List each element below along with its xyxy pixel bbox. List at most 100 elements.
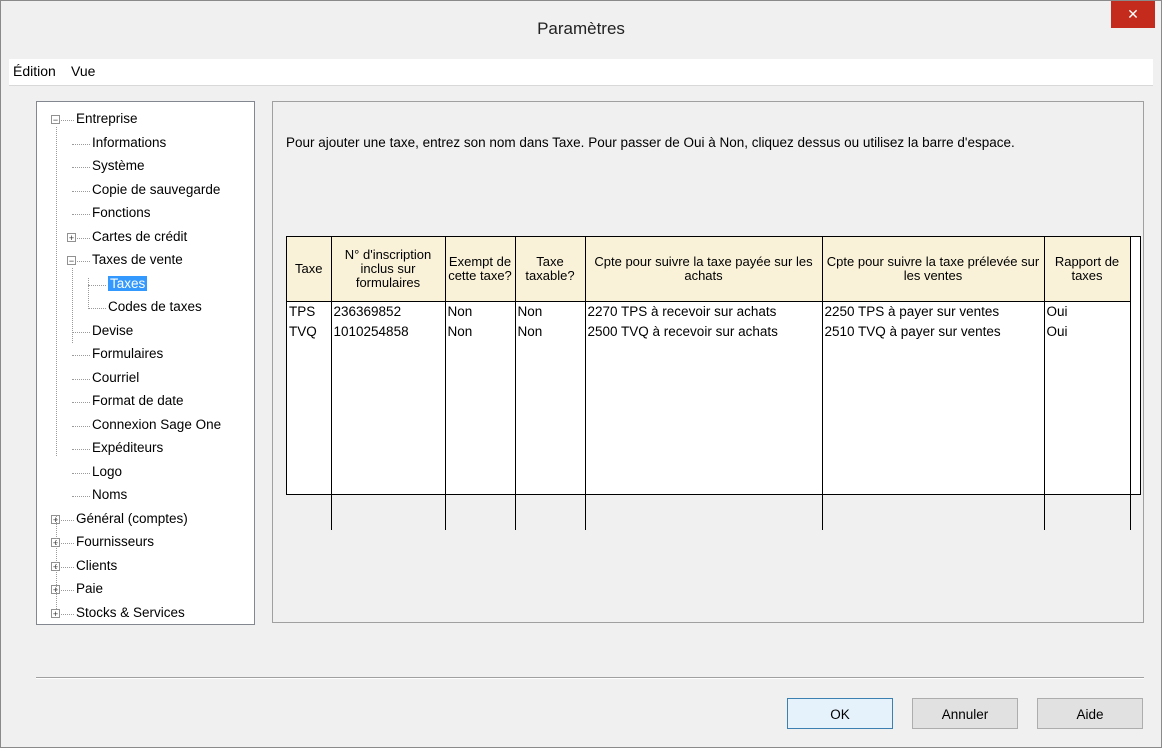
close-button[interactable]: ✕ [1111, 1, 1155, 28]
tree-item[interactable]: Informations [92, 133, 166, 153]
table-cell[interactable]: Oui [1044, 301, 1131, 322]
tree-item-label: Fonctions [92, 205, 151, 220]
tree-connector [72, 449, 90, 450]
tree-item[interactable]: Courriel [92, 368, 139, 388]
ok-button[interactable]: OK [787, 698, 893, 729]
tree-item[interactable]: Taxes de vente [92, 250, 183, 270]
taxes-grid[interactable]: Taxe N° d'inscription inclus sur formulai… [286, 236, 1141, 530]
tree-item-label: Clients [76, 557, 118, 573]
tree-item[interactable]: Logo [92, 462, 122, 482]
empty-cell[interactable] [585, 341, 823, 530]
tree-item-label: Taxes [106, 274, 149, 292]
table-cell[interactable]: 2270 TPS à recevoir sur achats [585, 301, 823, 322]
expand-icon[interactable]: + [51, 608, 60, 618]
table-cell[interactable]: Non [515, 321, 586, 342]
tree-connector [72, 190, 90, 192]
column-header: N° d'inscription inclus sur formulaires [331, 237, 446, 302]
help-button[interactable]: Aide [1037, 698, 1143, 729]
tree-item[interactable]: Clients [76, 556, 117, 576]
empty-cell[interactable] [445, 341, 516, 530]
tree-connector [72, 402, 90, 403]
tree-item[interactable]: Taxes [106, 274, 149, 294]
tree-item[interactable]: Entreprise [76, 109, 138, 129]
table-cell[interactable]: Non [515, 301, 586, 322]
column-header: Cpte pour suivre la taxe payée sur les a… [585, 237, 823, 302]
empty-row[interactable] [287, 341, 1131, 530]
taxes-table: Taxe N° d'inscription inclus sur formulai… [287, 237, 1131, 530]
column-header: Taxe taxable? [515, 237, 586, 302]
tree-connector [72, 355, 90, 356]
tree-connector [72, 425, 90, 427]
empty-cell[interactable] [287, 341, 332, 530]
tree-item[interactable]: Stocks & Services [76, 603, 185, 623]
tree-item-label: Général (comptes) [76, 510, 188, 526]
tree-item-label: Format de date [92, 393, 184, 408]
table-cell[interactable]: 236369852 [331, 301, 446, 322]
column-header: Cpte pour suivre la taxe prélevée sur le… [822, 237, 1045, 302]
tree-item[interactable]: Copie de sauvegarde [92, 180, 220, 200]
tree-connector [72, 496, 90, 497]
empty-cell[interactable] [331, 341, 446, 530]
menu-bar: Édition Vue [9, 59, 1153, 86]
tree-item[interactable]: Général (comptes) [76, 509, 188, 529]
tree-item[interactable]: Connexion Sage One [92, 415, 221, 435]
tree-item-label: Stocks & Services [76, 604, 185, 620]
tree-item[interactable]: Format de date [92, 391, 184, 411]
tree-item[interactable]: Expéditeurs [92, 438, 163, 458]
tree-item-label: Taxes de vente [92, 252, 183, 267]
table-cell[interactable]: 2510 TVQ à payer sur ventes [822, 321, 1045, 342]
tree-item-label: Entreprise [76, 111, 138, 126]
tree-item[interactable]: Devise [92, 321, 133, 341]
table-row[interactable]: TPS 236369852 Non Non 2270 TPS à recevoir su… [287, 301, 1131, 322]
tree-guide-line [72, 268, 73, 343]
tree-connector [88, 284, 106, 286]
tree-connector [72, 143, 90, 145]
table-cell[interactable]: TVQ [287, 321, 332, 342]
tree-item[interactable]: Fonctions [92, 203, 151, 223]
table-cell[interactable]: Non [445, 301, 516, 322]
tree-guide-line [56, 127, 57, 456]
tree-item-label: Paie [76, 581, 104, 596]
tree-item[interactable]: Noms [92, 485, 127, 505]
settings-tree[interactable]: Entreprise − Informations Système Copie de s… [36, 101, 255, 625]
menu-vue[interactable]: Vue [71, 63, 95, 79]
tree-item[interactable]: Fournisseurs [76, 532, 154, 552]
tree-item[interactable]: Formulaires [92, 344, 163, 364]
tree-connector [72, 167, 90, 168]
column-header: Rapport de taxes [1044, 237, 1131, 302]
tree-item-label: Expéditeurs [92, 440, 164, 455]
tree-item-label: Informations [92, 134, 167, 150]
table-cell[interactable]: 2500 TVQ à recevoir sur achats [585, 321, 823, 342]
cancel-button[interactable]: Annuler [912, 698, 1018, 729]
tree-item-label: Courriel [92, 369, 140, 385]
table-cell[interactable]: 2250 TPS à payer sur ventes [822, 301, 1045, 322]
empty-cell[interactable] [515, 341, 586, 530]
tree-item-label: Logo [92, 463, 123, 479]
collapse-icon[interactable]: − [51, 115, 60, 125]
tree-item-label: Système [92, 158, 145, 173]
tree-item-label: Cartes de crédit [92, 228, 188, 244]
tree-connector [72, 472, 90, 474]
empty-cell[interactable] [822, 341, 1045, 530]
table-cell[interactable]: 1010254858 [331, 321, 446, 342]
tree-connector [88, 308, 106, 309]
tree-item[interactable]: Cartes de crédit [92, 227, 187, 247]
table-cell[interactable]: TPS [287, 301, 332, 322]
tree-connector [72, 331, 90, 333]
tree-item[interactable]: Système [92, 156, 145, 176]
collapse-icon[interactable]: − [67, 256, 76, 266]
table-cell[interactable]: Non [445, 321, 516, 342]
expand-icon[interactable]: + [67, 232, 76, 242]
table-cell[interactable]: Oui [1044, 321, 1131, 342]
empty-cell[interactable] [1044, 341, 1131, 530]
column-header: Exempt de cette taxe? [445, 237, 516, 302]
tree-item[interactable]: Codes de taxes [108, 297, 202, 317]
menu-edition[interactable]: Édition [13, 63, 56, 79]
table-row[interactable]: TVQ 1010254858 Non Non 2500 TVQ à recevoir s… [287, 321, 1131, 342]
tree-item[interactable]: Paie [76, 579, 103, 599]
tree-connector [72, 378, 90, 380]
tree-guide-line [88, 277, 89, 309]
close-icon: ✕ [1127, 6, 1139, 22]
settings-window: Paramètres ✕ Édition Vue Entreprise − Info… [0, 0, 1162, 748]
tree-item-label: Codes de taxes [108, 299, 202, 314]
